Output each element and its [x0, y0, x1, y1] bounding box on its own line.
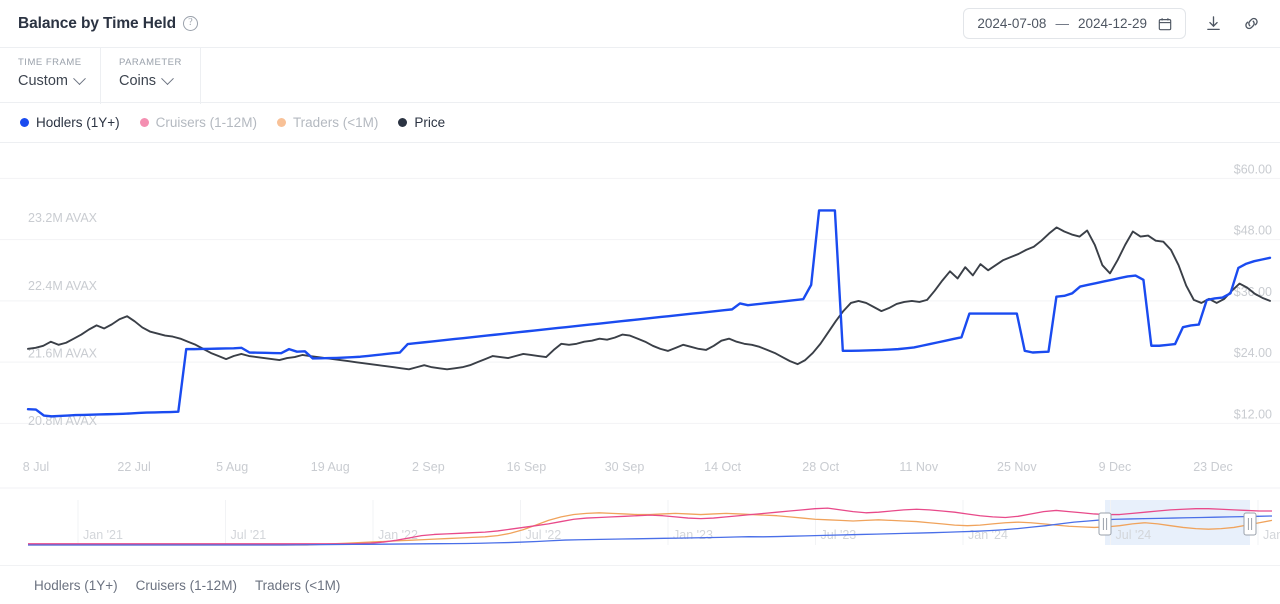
brush-handle-left[interactable]: [1098, 512, 1112, 536]
time-frame-value: Custom: [18, 73, 68, 89]
parameter-value-group: Coins: [118, 71, 184, 89]
navigator-x-tick: Jan '21: [83, 528, 123, 542]
legend-item-2[interactable]: Traders (<1M): [276, 115, 379, 130]
title-group: Balance by Time Held ?: [18, 15, 198, 33]
download-icon[interactable]: [1202, 13, 1224, 35]
navigator-x-tick: Jul '24: [1116, 528, 1152, 542]
parameter-value: Coins: [118, 73, 157, 89]
legend-item-label: Hodlers (1Y+): [36, 115, 120, 130]
footer-series-2[interactable]: Traders (<1M): [255, 578, 340, 593]
y-axis-right-tick: $60.00: [1234, 162, 1272, 176]
chevron-down-icon: [73, 71, 86, 85]
calendar-icon: [1158, 17, 1172, 31]
brush-handle-right[interactable]: [1243, 512, 1257, 536]
legend-item-label: Traders (<1M): [292, 115, 379, 130]
x-axis-tick: 19 Aug: [311, 460, 350, 474]
legend-item-1[interactable]: Cruisers (1-12M): [139, 115, 257, 130]
y-axis-right-tick: $12.00: [1234, 407, 1272, 421]
y-axis-right-tick: $48.00: [1234, 224, 1272, 238]
x-axis-tick: 8 Jul: [23, 460, 49, 474]
footer-series-0[interactable]: Hodlers (1Y+): [34, 578, 118, 593]
time-frame-label: TIME FRAME: [18, 57, 82, 68]
navigator-canvas[interactable]: Jan '21 Jul '21 Jan '22 Jul '22 Jan '23 Jul '…: [0, 489, 1280, 565]
legend-item-0[interactable]: Hodlers (1Y+): [20, 115, 120, 130]
footer-series-1[interactable]: Cruisers (1-12M): [136, 578, 237, 593]
x-axis-tick: 23 Dec: [1193, 460, 1233, 474]
series-footer: Hodlers (1Y+) Cruisers (1-12M) Traders (<1…: [0, 565, 1280, 604]
series-line-hodlers: [26, 209, 1272, 418]
chevron-down-icon: [161, 71, 174, 85]
chart-navigator[interactable]: Jan '21 Jul '21 Jan '22 Jul '22 Jan '23 Jul '…: [0, 489, 1280, 565]
legend-color-dot: [139, 118, 149, 127]
x-axis-tick: 30 Sep: [605, 460, 645, 474]
legend-color-dot: [276, 118, 286, 127]
y-axis-right-tick: $24.00: [1234, 346, 1272, 360]
controls-row: TIME FRAME Custom PARAMETER Coins: [0, 47, 1280, 104]
navigator-x-tick: Jan '23: [673, 528, 713, 542]
link-icon[interactable]: [1240, 13, 1262, 35]
y-axis-left-tick: 23.2M AVAX: [28, 211, 98, 225]
x-axis-tick: 22 Jul: [117, 460, 150, 474]
x-axis-tick: 16 Sep: [507, 460, 547, 474]
balance-by-time-held-widget: Balance by Time Held ? 2024-07-08 — 2024…: [0, 0, 1280, 604]
navigator-x-tick: Jan '25: [1263, 528, 1280, 542]
date-range-end: 2024-12-29: [1077, 16, 1147, 31]
date-range-separator: —: [1055, 16, 1069, 31]
navigator-x-tick: Jul '21: [231, 528, 267, 542]
legend-item-label: Price: [414, 115, 446, 130]
navigator-line-hodlers: [28, 515, 1273, 546]
page-title: Balance by Time Held: [18, 14, 176, 32]
main-chart: $12.00 $24.00 $36.00 $48.00 $60.00 20.8M AVAX…: [0, 144, 1280, 489]
time-frame-selector[interactable]: TIME FRAME Custom: [0, 48, 101, 104]
date-range-start: 2024-07-08: [977, 16, 1047, 31]
x-axis-tick: 14 Oct: [704, 460, 741, 474]
time-frame-value-group: Custom: [18, 71, 86, 89]
chart-canvas[interactable]: $12.00$24.00$36.00$48.00$60.0020.8M AVAX…: [0, 144, 1280, 489]
widget-header: Balance by Time Held ? 2024-07-08 — 2024…: [0, 0, 1280, 47]
date-range-picker[interactable]: 2024-07-08 — 2024-12-29: [963, 8, 1186, 39]
navigator-line-traders: [28, 512, 1273, 546]
legend-color-dot: [398, 118, 408, 127]
parameter-label: PARAMETER: [118, 57, 182, 68]
x-axis-tick: 2 Sep: [412, 460, 445, 474]
legend-color-dot: [20, 118, 29, 127]
question-circle-icon[interactable]: ?: [182, 16, 198, 31]
x-axis-tick: 25 Nov: [997, 460, 1037, 474]
y-axis-left-tick: 22.4M AVAX: [28, 279, 98, 293]
x-axis-tick: 5 Aug: [216, 460, 248, 474]
header-actions: 2024-07-08 — 2024-12-29: [963, 8, 1262, 39]
y-axis-left-tick: 21.6M AVAX: [28, 347, 98, 361]
legend-item-3[interactable]: Price: [398, 115, 445, 130]
x-axis-tick: 9 Dec: [1099, 460, 1132, 474]
parameter-selector[interactable]: PARAMETER Coins: [101, 48, 201, 104]
x-axis-tick: 28 Oct: [802, 460, 839, 474]
legend-item-label: Cruisers (1-12M): [155, 115, 257, 130]
x-axis-tick: 11 Nov: [899, 460, 938, 474]
chart-legend: Hodlers (1Y+) Cruisers (1-12M) Traders (<1…: [0, 103, 1280, 143]
